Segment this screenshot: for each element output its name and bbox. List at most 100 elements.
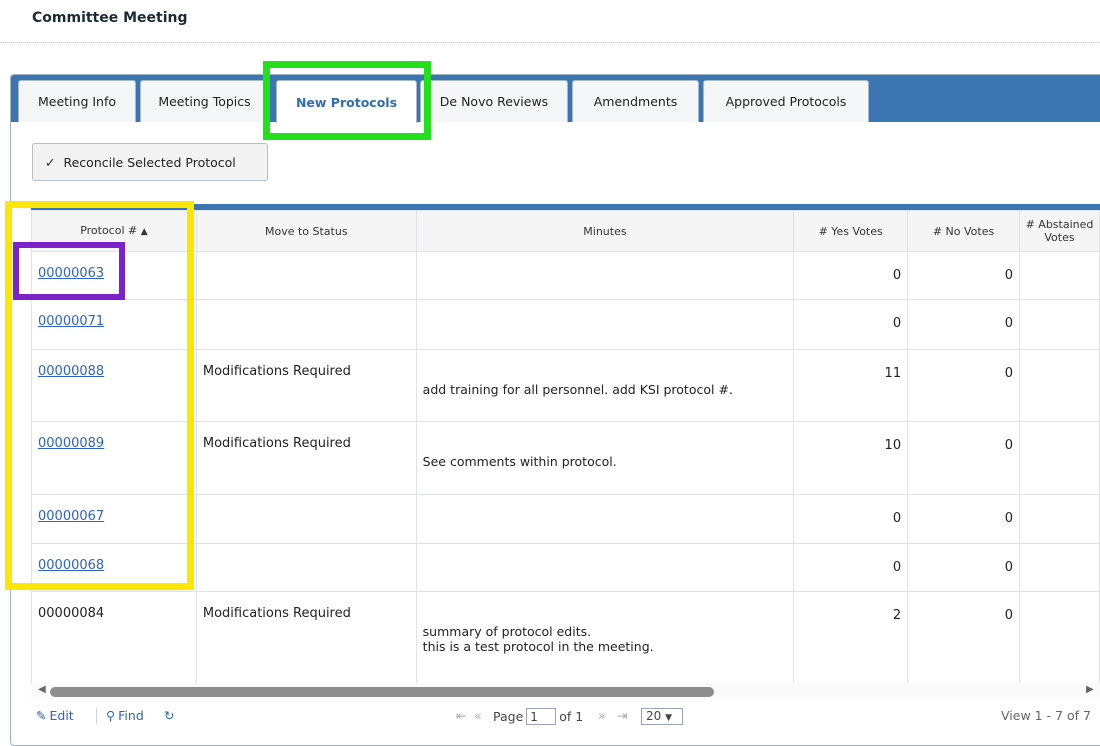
protocol-cell: 00000088 [31,349,197,422]
tab-amendments[interactable]: Amendments [572,80,699,122]
abstained-votes-cell [1018,494,1100,544]
tab-de-novo-reviews[interactable]: De Novo Reviews [420,80,568,122]
edit-button[interactable]: ✎︎ Edit [36,708,74,723]
sort-icon[interactable]: ▲︎ [141,227,148,237]
column-label: Minutes [583,224,627,238]
button-label: Reconcile Selected Protocol [63,154,236,170]
abstained-votes-cell [1018,543,1100,592]
status-cell [195,494,417,544]
status-cell: Modifications Required [195,421,417,495]
protocol-link[interactable]: 00000063 [38,266,104,281]
scroll-left-arrow-icon[interactable]: ◀︎ [38,684,46,695]
protocols-grid: Protocol # ▲︎ Move to Status Minutes # Y… [31,210,1100,684]
tab-meeting-topics[interactable]: Meeting Topics [140,80,269,122]
no-votes-cell: 0 [907,349,1020,422]
protocol-cell: 00000071 [31,299,197,350]
abstained-votes-cell [1018,251,1100,300]
protocol-link[interactable]: 00000068 [38,558,104,573]
page-label: Page [493,709,524,724]
status-cell: Modifications Required [195,349,417,422]
no-votes-cell: 0 [907,591,1020,684]
minutes-cell [415,251,795,300]
grid-pager: ✎︎ Edit ⚲︎ Find ↻ ⇤ « Page 1 of 1 » ⇥ 20… [31,702,1100,734]
column-header-move-to-status[interactable]: Move to Status [195,210,417,252]
column-header-abstained-votes[interactable]: # Abstained Votes [1018,210,1100,252]
page-size-select[interactable]: 20 ▼︎ [641,708,683,725]
table-row[interactable]: 00000088 Modifications Required add trai… [31,349,1100,422]
minutes-text: add training for all personnel. add KSI … [422,382,733,397]
previous-page-icon[interactable]: « [474,708,482,723]
minutes-text: summary of protocol edits. [422,624,592,639]
protocol-link[interactable]: 00000089 [38,436,104,451]
edit-label: Edit [49,708,74,723]
table-row[interactable]: 00000084 Modifications Required summary … [31,591,1100,684]
scroll-right-arrow-icon[interactable]: ▶︎ [1086,684,1094,695]
chevron-down-icon: ▼︎ [665,713,673,723]
refresh-icon[interactable]: ↻ [164,708,174,723]
column-header-no-votes[interactable]: # No Votes [907,210,1020,252]
table-row[interactable]: 00000063 0 0 [31,251,1100,300]
column-header-yes-votes[interactable]: # Yes Votes [793,210,909,252]
protocol-cell: 00000084 [31,591,197,684]
no-votes-cell: 0 [907,543,1020,592]
abstained-votes-cell [1018,299,1100,350]
scrollbar-thumb[interactable] [50,687,714,697]
tab-approved-protocols[interactable]: Approved Protocols [703,80,869,122]
yes-votes-cell: 10 [793,421,909,495]
status-cell [195,543,417,592]
yes-votes-cell: 0 [793,494,909,544]
tab-meeting-info[interactable]: Meeting Info [18,80,136,122]
minutes-cell: add training for all personnel. add KSI … [415,349,795,422]
protocol-cell: 00000089 [31,421,197,495]
protocol-link[interactable]: 00000071 [38,314,104,329]
yes-votes-cell: 0 [793,251,909,300]
page-size-text: 20 [646,709,662,723]
no-votes-cell: 0 [907,251,1020,300]
search-icon: ⚲︎ [106,708,116,723]
tab-new-protocols[interactable]: New Protocols [276,80,417,123]
tab-label: Approved Protocols [725,94,847,109]
table-row[interactable]: 00000089 Modifications Required See comm… [31,421,1100,495]
page-size-value: 20 ▼︎ [641,708,683,725]
grid-header-row: Protocol # ▲︎ Move to Status Minutes # Y… [31,210,1100,252]
page-number-input[interactable]: 1 [526,708,557,725]
minutes-text: this is a test protocol in the meeting. [422,639,654,654]
find-label: Find [118,708,144,723]
protocol-cell: 00000068 [31,543,197,592]
column-label: # No Votes [932,224,995,238]
page-indicator: Page 1 of 1 [493,708,583,725]
page-count-label: of 1 [559,709,584,724]
status-cell [195,251,417,300]
table-row[interactable]: 00000068 0 0 [31,543,1100,592]
minutes-text: See comments within protocol. [422,454,617,469]
table-row[interactable]: 00000067 0 0 [31,494,1100,544]
abstained-votes-cell [1018,421,1100,495]
next-page-icon[interactable]: » [598,708,606,723]
minutes-cell: summary of protocol edits. this is a tes… [415,591,795,684]
first-page-icon[interactable]: ⇤ [456,708,466,723]
reconcile-selected-protocol-button[interactable]: ✓ Reconcile Selected Protocol [32,143,268,181]
page-title: Committee Meeting [32,10,188,26]
protocol-cell: 00000067 [31,494,197,544]
pencil-icon: ✎︎ [36,708,47,723]
protocol-link[interactable]: 00000088 [38,364,104,379]
table-row[interactable]: 00000071 0 0 [31,299,1100,350]
column-header-protocol[interactable]: Protocol # ▲︎ [31,210,197,252]
tab-label: New Protocols [295,94,398,110]
minutes-cell [415,494,795,544]
last-page-icon[interactable]: ⇥ [617,708,627,723]
check-icon: ✓ [45,154,56,170]
tab-label: Amendments [593,94,678,109]
status-cell: Modifications Required [195,591,417,684]
protocol-link[interactable]: 00000067 [38,509,104,524]
title-divider [0,42,1100,43]
column-header-minutes[interactable]: Minutes [415,210,795,252]
column-label: Votes [1044,231,1075,244]
abstained-votes-cell [1018,591,1100,684]
status-cell [195,299,417,350]
yes-votes-cell: 2 [793,591,909,684]
tab-label: Meeting Info [37,94,117,109]
no-votes-cell: 0 [907,299,1020,350]
column-label: # Yes Votes [818,224,883,238]
find-button[interactable]: ⚲︎ Find [106,708,144,723]
